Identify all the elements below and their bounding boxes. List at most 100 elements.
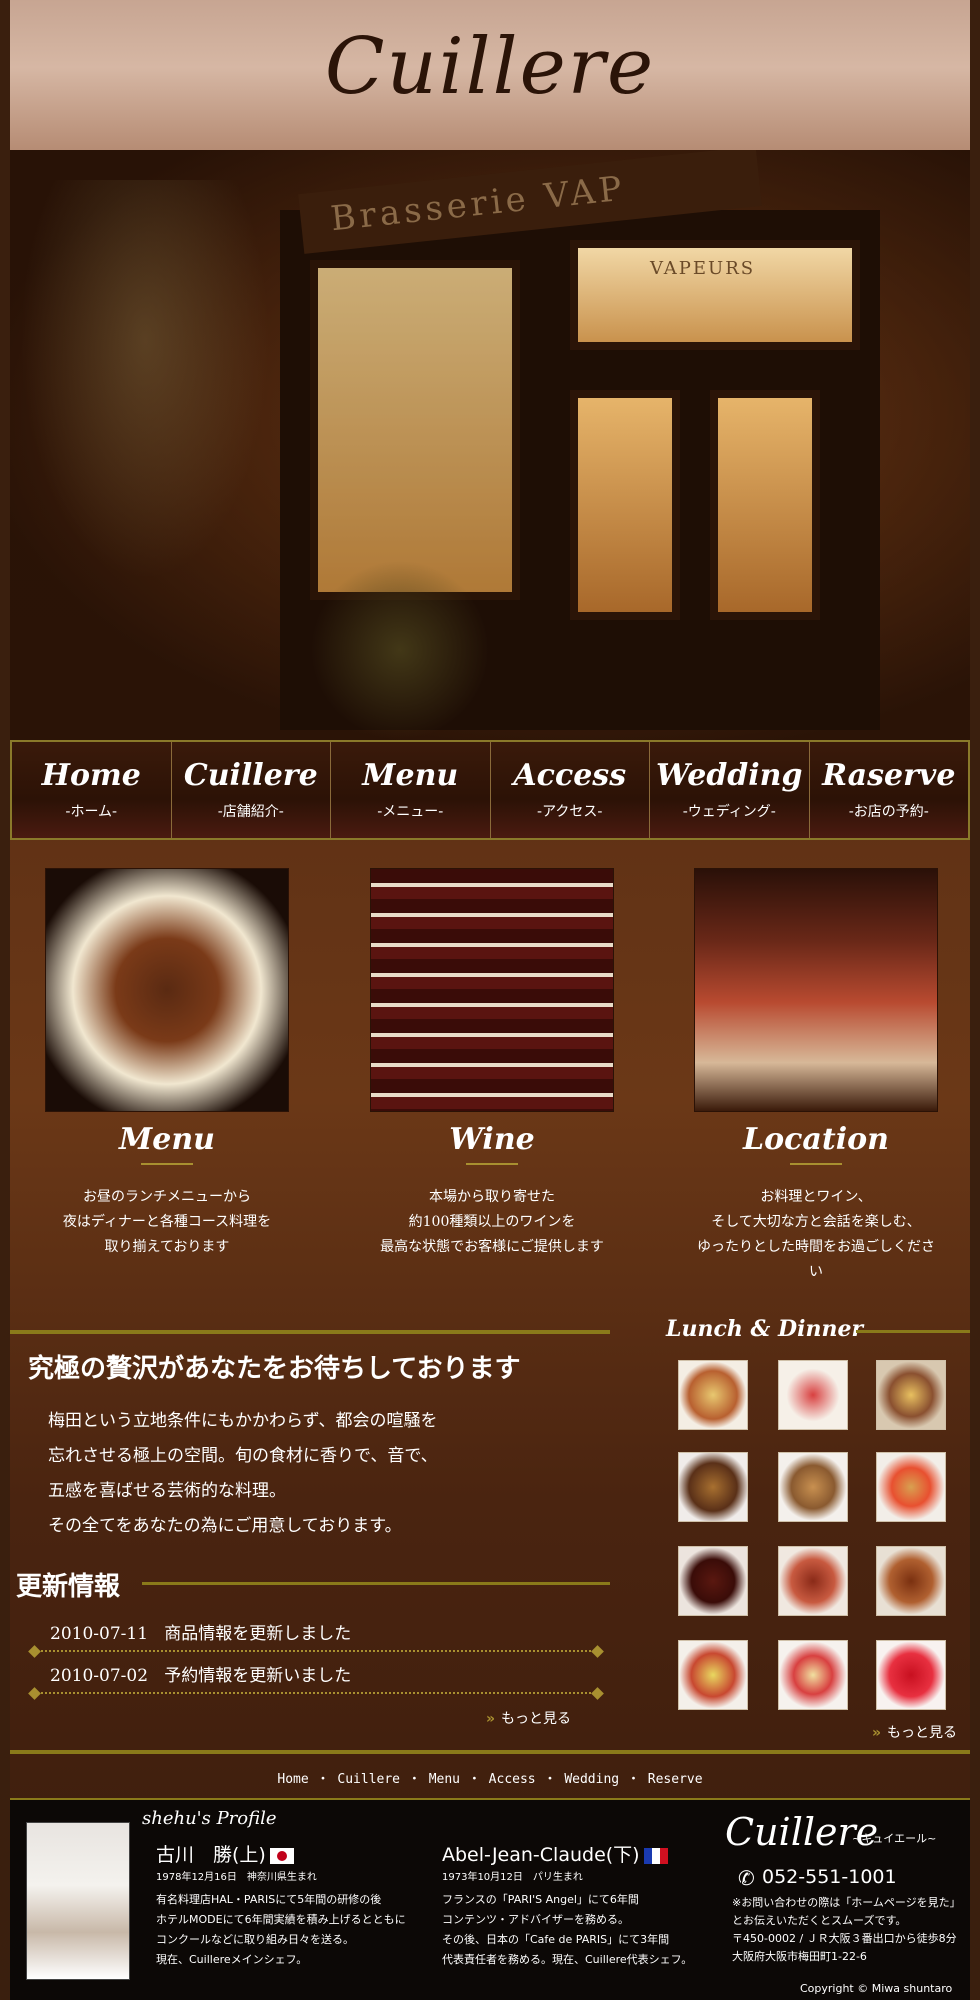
- phone-number[interactable]: 052-551-1001: [762, 1866, 897, 1888]
- steak-photo[interactable]: [45, 868, 289, 1112]
- dish-thumbnail[interactable]: [876, 1452, 946, 1522]
- bio-line: 代表責任者を務める。現在、Cuillere代表シェフ。: [442, 1953, 693, 1966]
- chef2-birth: 1973年10月12日 パリ生まれ: [442, 1872, 583, 1883]
- feature-title: Location: [743, 1122, 889, 1157]
- dish-thumbnail[interactable]: [876, 1360, 946, 1430]
- divider: [790, 1163, 842, 1165]
- more-label: もっと見る: [501, 1711, 572, 1727]
- footer-nav-cuillere[interactable]: Cuillere: [337, 1772, 400, 1787]
- slogan-heading: 究極の贅沢があなたをお待ちしております: [28, 1354, 521, 1384]
- feature-wine: Wine 本場から取り寄せた 約100種類以上のワインを 最高な状態でお客様にご…: [370, 868, 614, 1260]
- lead-line: その全てをあなたの為にご用意しております。: [48, 1516, 402, 1536]
- dish-thumbnail[interactable]: [876, 1546, 946, 1616]
- feature-text-line: 約100種類以上のワインを: [408, 1214, 576, 1230]
- divider: [466, 1163, 518, 1165]
- feature-text-line: そして大切な方と会話を楽しむ、: [711, 1214, 921, 1230]
- nav-wedding[interactable]: Wedding -ウェディング-: [650, 742, 810, 838]
- dish-thumbnail[interactable]: [678, 1360, 748, 1430]
- shop-info: ※お問い合わせの際は「ホームページを見た」 とお伝えいただくとスムーズです。 〒…: [732, 1894, 966, 1966]
- feature-text-line: 最高な状態でお客様にご提供します: [380, 1239, 604, 1255]
- feature-menu: Menu お昼のランチメニューから 夜はディナーと各種コース料理を 取り揃えてお…: [45, 868, 289, 1260]
- dish-thumbnail[interactable]: [678, 1546, 748, 1616]
- chef2-name: Abel-Jean-Claude(下): [442, 1840, 668, 1867]
- feature-title: Menu: [119, 1122, 215, 1157]
- france-flag-icon: [643, 1847, 668, 1864]
- news-more-link[interactable]: » もっと見る: [486, 1708, 571, 1728]
- footer-nav-menu[interactable]: Menu: [429, 1772, 460, 1787]
- nav-home[interactable]: Home -ホーム-: [12, 742, 172, 838]
- nav-label-en: Home: [41, 758, 141, 793]
- nav-label-en: Wedding: [656, 758, 803, 793]
- door-graphic: [570, 390, 680, 620]
- footer-nav: Home ・ Cuillere ・ Menu ・ Access ・ Weddin…: [10, 1768, 970, 1787]
- news-divider: [142, 1582, 610, 1585]
- news-item[interactable]: 2010-07-02 予約情報を更新いました: [50, 1661, 351, 1686]
- footer-logo-subtitle: ~キュイエール~: [852, 1832, 937, 1845]
- lunch-dinner-more-link[interactable]: » もっと見る: [872, 1722, 957, 1742]
- bio-line: コンクールなどに取り組み日々を送る。: [156, 1933, 354, 1946]
- divider: [141, 1163, 193, 1165]
- nav-label-ja: -店舗紹介-: [217, 804, 284, 820]
- nav-separator: ・: [467, 1772, 481, 1787]
- info-line: 大阪府大阪市梅田町1-22-6: [732, 1950, 867, 1963]
- nav-label-en: Menu: [362, 758, 459, 793]
- footer-nav-reserve[interactable]: Reserve: [648, 1772, 703, 1787]
- lunch-dinner-heading: Lunch & Dinner: [666, 1316, 864, 1342]
- window-graphic: [310, 260, 520, 600]
- lead-text: 梅田という立地条件にもかかわらず、都会の喧騒を 忘れさせる極上の空間。旬の食材に…: [48, 1404, 568, 1544]
- bio-line: コンテンツ・アドバイザーを務める。: [442, 1913, 629, 1926]
- news-item[interactable]: 2010-07-11 商品情報を更新しました: [50, 1619, 351, 1644]
- footer-nav-home[interactable]: Home: [277, 1772, 308, 1787]
- feature-title: Wine: [449, 1122, 535, 1157]
- dish-thumbnail[interactable]: [778, 1360, 848, 1430]
- door-graphic: [710, 390, 820, 620]
- header: Cuillere: [10, 0, 970, 150]
- news-text: 予約情報を更新いました: [164, 1666, 352, 1686]
- feature-text-line: お昼のランチメニューから: [83, 1189, 251, 1205]
- chef-name-text: Abel-Jean-Claude(下): [442, 1844, 640, 1866]
- chef1-name: 古川 勝(上): [156, 1840, 294, 1867]
- dish-thumbnail[interactable]: [778, 1546, 848, 1616]
- section-divider: [856, 1330, 970, 1333]
- dish-thumbnail[interactable]: [678, 1452, 748, 1522]
- info-line: ※お問い合わせの際は「ホームページを見た」: [732, 1896, 961, 1909]
- nav-label-ja: -お店の予約-: [848, 804, 929, 820]
- plant-graphic: [310, 560, 490, 740]
- chef2-bio: フランスの「PARI'S Angel」にて6年間 コンテンツ・アドバイザーを務め…: [442, 1890, 732, 1970]
- more-label: もっと見る: [887, 1725, 958, 1741]
- main-nav: Home -ホーム- Cuillere -店舗紹介- Menu -メニュー- A…: [10, 740, 970, 840]
- footer-nav-wedding[interactable]: Wedding: [564, 1772, 619, 1787]
- bio-line: フランスの「PARI'S Angel」にて6年間: [442, 1893, 639, 1906]
- vapeurs-sign: VAPEURS: [650, 258, 756, 279]
- nav-access[interactable]: Access -アクセス-: [491, 742, 650, 838]
- copyright: Copyright © Miwa shuntaro: [800, 1982, 953, 1995]
- nav-separator: ・: [543, 1772, 557, 1787]
- nav-label-en: Cuillere: [183, 758, 318, 793]
- news-text: 商品情報を更新しました: [164, 1624, 352, 1644]
- chefs-photo: [26, 1822, 130, 1980]
- nav-menu[interactable]: Menu -メニュー-: [331, 742, 491, 838]
- bio-line: その後、日本の「Cafe de PARIS」にて3年間: [442, 1933, 670, 1946]
- feature-text-line: ゆったりとした時間をお過ごしください: [697, 1239, 935, 1280]
- dish-thumbnail[interactable]: [778, 1452, 848, 1522]
- site-logo[interactable]: Cuillere: [10, 22, 970, 112]
- nav-label-ja: -アクセス-: [537, 804, 603, 820]
- feature-text-line: 取り揃えております: [104, 1239, 230, 1255]
- wine-cellar-photo[interactable]: [370, 868, 614, 1112]
- feature-text-line: 本場から取り寄せた: [429, 1189, 555, 1205]
- nav-label-en: Access: [513, 758, 627, 793]
- dish-thumbnail[interactable]: [778, 1640, 848, 1710]
- dish-thumbnail[interactable]: [678, 1640, 748, 1710]
- nav-separator: ・: [407, 1772, 421, 1787]
- news-date: 2010-07-11: [50, 1624, 149, 1644]
- nav-reserve[interactable]: Raserve -お店の予約-: [810, 742, 969, 838]
- bio-line: ホテルMODEにて6年間実績を積み上げるとともに: [156, 1913, 406, 1926]
- phone-icon: ✆: [738, 1866, 755, 1890]
- news-date: 2010-07-02: [50, 1666, 149, 1686]
- double-chevron-icon: »: [872, 1725, 882, 1741]
- dish-thumbnail[interactable]: [876, 1640, 946, 1710]
- transom-graphic: [570, 240, 860, 350]
- footer-nav-access[interactable]: Access: [489, 1772, 536, 1787]
- dining-room-photo[interactable]: [694, 868, 938, 1112]
- nav-cuillere[interactable]: Cuillere -店舗紹介-: [172, 742, 331, 838]
